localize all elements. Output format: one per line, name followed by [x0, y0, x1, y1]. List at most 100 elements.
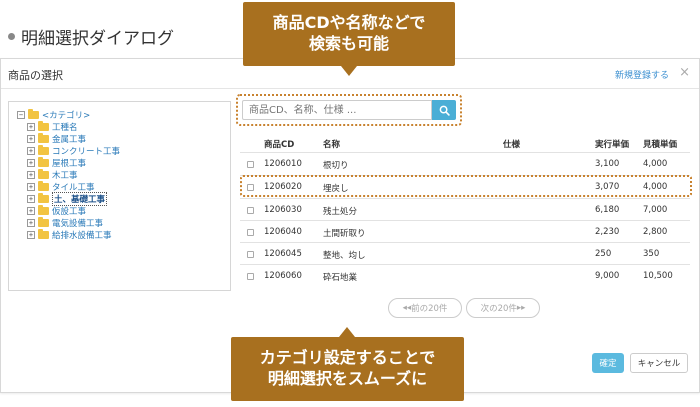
- tree-item[interactable]: + 屋根工事: [27, 157, 86, 169]
- page-heading: 明細選択ダイアログ: [8, 24, 174, 49]
- tree-item-label: 給排水設備工事: [52, 231, 112, 241]
- cell-exec-price: 3,070: [595, 182, 620, 192]
- tree-item-label: 木工事: [52, 171, 78, 181]
- cell-code: 1206040: [264, 227, 302, 237]
- column-header-spec: 仕様: [503, 140, 521, 150]
- divider: [240, 264, 690, 265]
- next-page-button[interactable]: 次の20件 ▸▸: [466, 298, 540, 318]
- page-heading-text: 明細選択ダイアログ: [21, 29, 174, 49]
- cell-quote-price: 350: [643, 249, 660, 259]
- column-header-name: 名称: [323, 140, 341, 150]
- folder-icon: [38, 145, 49, 155]
- tree-root[interactable]: − <カテゴリ>: [17, 109, 90, 121]
- row-highlight: [240, 175, 692, 197]
- cell-quote-price: 4,000: [643, 182, 668, 192]
- tree-item[interactable]: + 電気設備工事: [27, 217, 103, 229]
- cell-quote-price: 7,000: [643, 205, 668, 215]
- tree-item-label: 工種名: [52, 123, 78, 133]
- cell-code: 1206045: [264, 249, 302, 259]
- cell-exec-price: 3,100: [595, 159, 620, 169]
- expand-icon[interactable]: +: [27, 183, 35, 191]
- chevron-double-right-icon: ▸▸: [516, 303, 526, 313]
- folder-icon: [38, 157, 49, 167]
- cell-quote-price: 10,500: [643, 271, 673, 281]
- folder-icon: [38, 217, 49, 227]
- folder-open-icon: [28, 109, 39, 119]
- row-checkbox[interactable]: [247, 251, 254, 258]
- cell-exec-price: 9,000: [595, 271, 620, 281]
- folder-icon: [38, 205, 49, 215]
- row-checkbox[interactable]: [247, 184, 254, 191]
- folder-icon: [38, 181, 49, 191]
- row-checkbox[interactable]: [247, 161, 254, 168]
- tree-item-label: 屋根工事: [52, 159, 87, 169]
- chevron-double-left-icon: ◂◂: [402, 303, 412, 313]
- folder-icon: [38, 133, 49, 143]
- tree-item[interactable]: + コンクリート工事: [27, 145, 120, 157]
- column-header-code: 商品CD: [264, 140, 295, 150]
- callout-category: カテゴリ設定することで 明細選択をスムーズに: [231, 327, 464, 401]
- next-page-label: 次の20件: [480, 304, 517, 314]
- tree-item-label: 電気設備工事: [52, 219, 104, 229]
- expand-icon[interactable]: +: [27, 171, 35, 179]
- cell-exec-price: 2,230: [595, 227, 620, 237]
- row-checkbox[interactable]: [247, 273, 254, 280]
- divider: [240, 152, 690, 153]
- cell-quote-price: 4,000: [643, 159, 668, 169]
- prev-page-label: 前の20件: [411, 304, 448, 314]
- tree-item[interactable]: + 金属工事: [27, 133, 86, 145]
- row-checkbox[interactable]: [247, 207, 254, 214]
- cell-exec-price: 250: [595, 249, 612, 259]
- search-icon: [439, 105, 450, 116]
- callout-line: 明細選択をスムーズに: [267, 369, 428, 388]
- folder-icon: [38, 193, 49, 203]
- expand-icon[interactable]: +: [27, 207, 35, 215]
- cell-code: 1206030: [264, 205, 302, 215]
- tree-item[interactable]: + 給排水設備工事: [27, 229, 112, 241]
- cell-exec-price: 6,180: [595, 205, 620, 215]
- divider: [240, 242, 690, 243]
- folder-icon: [38, 121, 49, 131]
- prev-page-button[interactable]: ◂◂ 前の20件: [388, 298, 462, 318]
- expand-icon[interactable]: +: [27, 231, 35, 239]
- expand-icon[interactable]: +: [27, 195, 35, 203]
- tree-item[interactable]: + 仮設工事: [27, 205, 86, 217]
- column-header-exec-price: 実行単価: [595, 140, 630, 150]
- cell-name: 砕石地業: [323, 273, 358, 283]
- cell-name: 整地、均し: [323, 251, 366, 261]
- cell-code: 1206020: [264, 182, 302, 192]
- tree-item-selected[interactable]: + 土、基礎工事: [27, 192, 108, 206]
- expand-icon[interactable]: +: [27, 135, 35, 143]
- row-checkbox[interactable]: [247, 229, 254, 236]
- divider: [240, 220, 690, 221]
- cell-code: 1206060: [264, 271, 302, 281]
- expand-icon[interactable]: +: [27, 147, 35, 155]
- cancel-button[interactable]: キャンセル: [630, 353, 688, 373]
- new-register-link[interactable]: 新規登録する: [615, 68, 669, 81]
- folder-icon: [38, 169, 49, 179]
- search-button[interactable]: [432, 100, 456, 120]
- expand-icon[interactable]: +: [27, 159, 35, 167]
- callout-search: 商品CDや名称などで 検索も可能: [243, 2, 455, 76]
- expand-icon[interactable]: +: [27, 219, 35, 227]
- callout-line: 検索も可能: [308, 34, 389, 53]
- close-icon[interactable]: ×: [679, 66, 690, 79]
- screen: 明細選択ダイアログ 商品の選択 新規登録する × − <カテゴリ> + 工種名 …: [0, 0, 700, 407]
- tree-root-label: <カテゴリ>: [42, 111, 91, 121]
- tree-item-label: コンクリート工事: [52, 147, 121, 157]
- search-input[interactable]: [242, 100, 432, 120]
- collapse-icon[interactable]: −: [17, 111, 25, 119]
- confirm-button[interactable]: 確定: [592, 353, 624, 373]
- tree-item-label: 金属工事: [52, 135, 87, 145]
- cell-name: 土間斫取り: [323, 229, 366, 239]
- tree-item[interactable]: + 木工事: [27, 169, 78, 181]
- cell-quote-price: 2,800: [643, 227, 668, 237]
- cell-name: 根切り: [323, 161, 349, 171]
- callout-line: カテゴリ設定することで: [259, 348, 436, 367]
- tree-item[interactable]: + 工種名: [27, 121, 78, 133]
- callout-line: 商品CDや名称などで: [272, 13, 426, 32]
- expand-icon[interactable]: +: [27, 123, 35, 131]
- column-header-quote-price: 見積単価: [643, 140, 678, 150]
- category-tree: − <カテゴリ> + 工種名 + 金属工事 + コンクリート工事 + 屋根工事 …: [8, 101, 231, 291]
- cell-name: 残土処分: [323, 207, 358, 217]
